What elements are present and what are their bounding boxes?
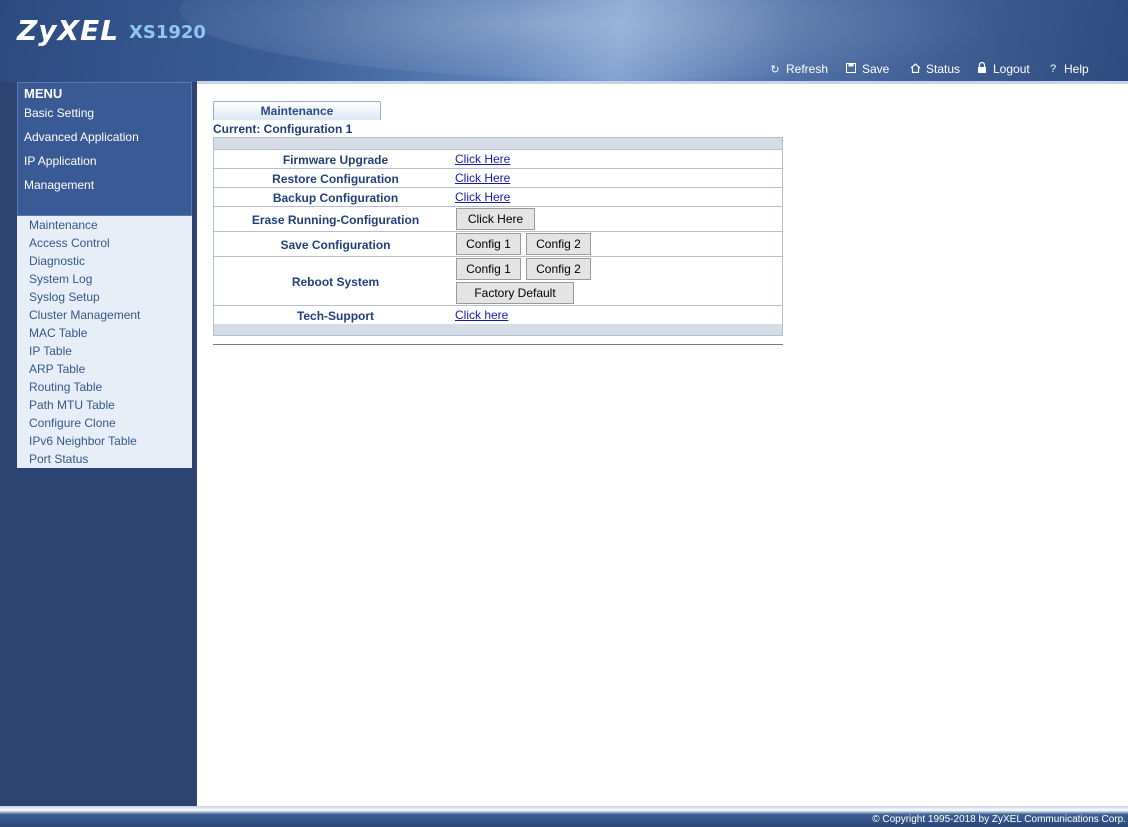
help-icon: ?: [1049, 63, 1057, 75]
content-divider: [213, 344, 783, 345]
model-name: XS1920: [129, 22, 206, 43]
management-submenu: Maintenance Access Control Diagnostic Sy…: [17, 216, 192, 468]
tech-support-label: Tech-Support: [296, 309, 375, 323]
row-firmware-upgrade: Firmware Upgrade Click Here: [214, 149, 782, 168]
status-label: Status: [926, 62, 961, 76]
refresh-button[interactable]: ↻ Refresh: [769, 61, 828, 77]
menu-item-basic-setting[interactable]: Basic Setting: [24, 106, 94, 120]
sidebar: MENU Basic Setting Advanced Application …: [0, 82, 197, 806]
tab-maintenance[interactable]: Maintenance: [213, 101, 381, 120]
lock-icon: [976, 61, 988, 76]
logout-label: Logout: [993, 62, 1030, 76]
submenu-item-port-status[interactable]: Port Status: [29, 452, 88, 466]
table-header-band: [214, 138, 782, 149]
submenu-item-access-control[interactable]: Access Control: [29, 236, 110, 250]
save-label: Save: [862, 62, 890, 76]
logout-button[interactable]: Logout: [976, 61, 1030, 77]
maintenance-table: Firmware Upgrade Click Here Restore Conf…: [213, 137, 783, 336]
brand-logo: ZyXEL: [17, 14, 120, 47]
submenu-item-cluster-management[interactable]: Cluster Management: [29, 308, 140, 322]
menu-item-advanced-application[interactable]: Advanced Application: [24, 130, 139, 144]
save-button[interactable]: Save: [845, 61, 889, 77]
save-config-1-button[interactable]: Config 1: [456, 233, 521, 255]
submenu-item-syslog-setup[interactable]: Syslog Setup: [29, 290, 100, 304]
current-configuration: Current: Configuration 1: [213, 122, 353, 136]
row-erase-running-configuration: Erase Running-Configuration Click Here: [214, 206, 782, 231]
menu-item-management[interactable]: Management: [24, 178, 94, 192]
footer: © Copyright 1995-2018 by ZyXEL Communica…: [0, 806, 1128, 827]
firmware-upgrade-link[interactable]: Click Here: [455, 152, 510, 166]
submenu-item-configure-clone[interactable]: Configure Clone: [29, 416, 116, 430]
top-toolbar: ↻ Refresh Save Status Logout ? Help: [0, 61, 1128, 79]
copyright-text: © Copyright 1995-2018 by ZyXEL Communica…: [872, 814, 1126, 825]
backup-configuration-link[interactable]: Click Here: [455, 190, 510, 204]
status-button[interactable]: Status: [909, 61, 960, 77]
reboot-config-1-button[interactable]: Config 1: [456, 258, 521, 280]
submenu-item-system-log[interactable]: System Log: [29, 272, 92, 286]
table-footer-band: [214, 324, 782, 335]
backup-configuration-label: Backup Configuration: [272, 191, 399, 205]
submenu-item-diagnostic[interactable]: Diagnostic: [29, 254, 85, 268]
submenu-item-mac-table[interactable]: MAC Table: [29, 326, 87, 340]
restore-configuration-link[interactable]: Click Here: [455, 171, 510, 185]
save-configuration-label: Save Configuration: [280, 238, 391, 252]
help-label: Help: [1064, 62, 1089, 76]
row-tech-support: Tech-Support Click here: [214, 305, 782, 324]
row-reboot-system: Reboot System Config 1 Config 2 Factory …: [214, 256, 782, 305]
refresh-icon: ↻: [770, 63, 780, 76]
header-banner: ZyXEL XS1920 ↻ Refresh Save Status Logou…: [0, 0, 1128, 82]
tech-support-link[interactable]: Click here: [455, 308, 508, 322]
row-restore-configuration: Restore Configuration Click Here: [214, 168, 782, 187]
row-backup-configuration: Backup Configuration Click Here: [214, 187, 782, 206]
reboot-config-2-button[interactable]: Config 2: [526, 258, 591, 280]
erase-running-configuration-label: Erase Running-Configuration: [251, 213, 420, 227]
firmware-upgrade-label: Firmware Upgrade: [282, 153, 389, 167]
submenu-item-routing-table[interactable]: Routing Table: [29, 380, 102, 394]
restore-configuration-label: Restore Configuration: [272, 172, 399, 186]
submenu-item-arp-table[interactable]: ARP Table: [29, 362, 85, 376]
menu-item-ip-application[interactable]: IP Application: [24, 154, 97, 168]
row-save-configuration: Save Configuration Config 1 Config 2: [214, 231, 782, 256]
help-button[interactable]: ? Help: [1047, 61, 1089, 77]
submenu-item-maintenance[interactable]: Maintenance: [29, 218, 98, 232]
submenu-item-ip-table[interactable]: IP Table: [29, 344, 72, 358]
menu-title: MENU: [24, 86, 63, 101]
submenu-item-path-mtu-table[interactable]: Path MTU Table: [29, 398, 115, 412]
save-icon: [845, 62, 857, 76]
refresh-label: Refresh: [786, 62, 829, 76]
save-config-2-button[interactable]: Config 2: [526, 233, 591, 255]
home-icon: [909, 62, 921, 76]
erase-running-configuration-button[interactable]: Click Here: [456, 208, 535, 230]
header-divider: [197, 81, 1128, 84]
factory-default-button[interactable]: Factory Default: [456, 282, 574, 304]
main-menu: MENU Basic Setting Advanced Application …: [17, 82, 192, 216]
reboot-system-label: Reboot System: [291, 275, 380, 289]
submenu-item-ipv6-neighbor-table[interactable]: IPv6 Neighbor Table: [29, 434, 137, 448]
